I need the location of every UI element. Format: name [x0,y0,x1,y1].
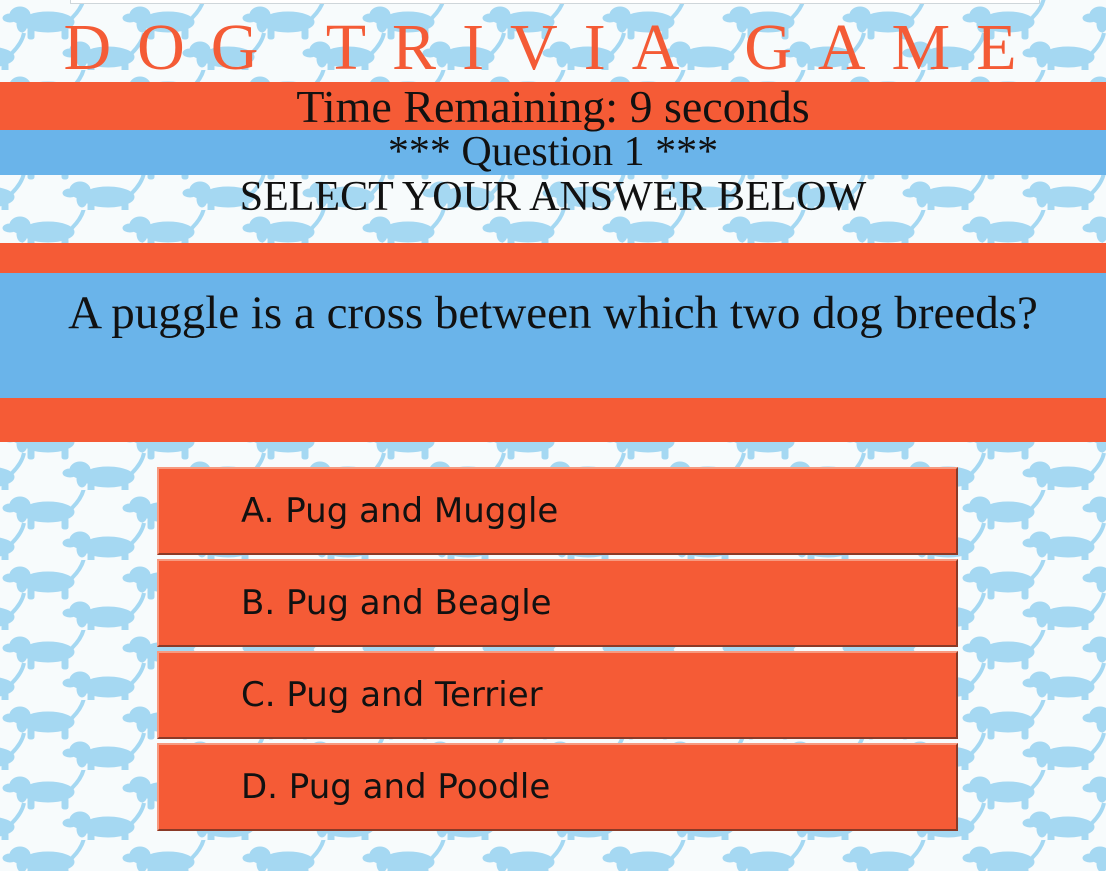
answer-a-button[interactable]: A. Pug and Muggle [157,467,958,555]
answer-b-button[interactable]: B. Pug and Beagle [157,559,958,647]
question-bottom-band [0,398,1106,442]
answer-list: A. Pug and Muggle B. Pug and Beagle C. P… [157,467,958,835]
question-number: *** Question 1 *** [387,129,719,175]
answer-d-button[interactable]: D. Pug and Poodle [157,743,958,831]
time-remaining: Time Remaining: 9 seconds [296,81,810,132]
question-top-band [0,243,1106,273]
question-text: A puggle is a cross between which two do… [68,287,1038,339]
instruction-text: SELECT YOUR ANSWER BELOW [239,174,867,220]
answer-c-button[interactable]: C. Pug and Terrier [157,651,958,739]
game-title: DOG TRIVIA GAME [63,11,1043,84]
top-input-strip [70,0,1040,4]
